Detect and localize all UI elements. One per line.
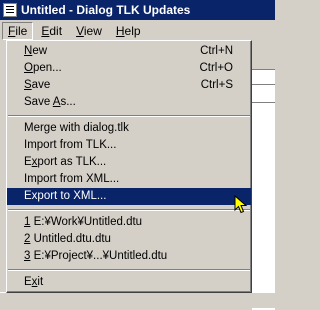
menu-bar: File Edit View Help: [0, 20, 275, 41]
list-divider: [252, 102, 275, 103]
menu-edit-label: dit: [49, 23, 63, 38]
menu-item-import-tlk[interactable]: Import from TLK...: [7, 137, 251, 154]
menu-file-label: ile: [15, 23, 28, 38]
menu-item-new[interactable]: New Ctrl+N: [7, 43, 251, 60]
shortcut-label: Ctrl+S: [200, 79, 233, 91]
menu-separator: [7, 265, 251, 274]
menu-item-text: pen...: [32, 62, 62, 74]
menu-item-text: Untitled.dtu.dtu: [30, 233, 111, 245]
menu-separator: [7, 111, 251, 120]
menu-item-exit[interactable]: Exit: [7, 274, 251, 291]
menu-help-label: elp: [124, 23, 141, 38]
window-title: Untitled - Dialog TLK Updates: [21, 3, 191, 17]
menu-item-text: ave: [31, 79, 51, 91]
menu-item-text: E:¥Work¥Untitled.dtu: [30, 216, 143, 228]
menu-separator: [7, 205, 251, 214]
menu-item-text: E: [24, 276, 32, 288]
menu-item-mnemonic: O: [24, 62, 33, 74]
title-bar[interactable]: Untitled - Dialog TLK Updates: [0, 0, 275, 20]
menu-view-label: iew: [83, 23, 102, 38]
shortcut-label: Ctrl+O: [199, 62, 233, 74]
menu-item-text: Import from XML...: [24, 173, 120, 185]
menu-item-text: ew: [32, 45, 48, 57]
content-panel: [252, 69, 275, 310]
menu-item-recent-1[interactable]: 1 E:¥Work¥Untitled.dtu: [7, 214, 251, 231]
menu-item-text: Merge with dialog.tlk: [24, 122, 129, 134]
menu-item-export-xml[interactable]: Export to XML...: [7, 188, 251, 205]
menu-help-mnemonic: H: [115, 23, 125, 38]
file-menu-dropdown: New Ctrl+N Open... Ctrl+O Save Ctrl+S Save …: [6, 40, 252, 293]
menu-item-text: Save: [24, 96, 53, 108]
menu-file[interactable]: File: [2, 21, 34, 40]
menu-item-import-xml[interactable]: Import from XML...: [7, 171, 251, 188]
menu-item-text: port as TLK...: [37, 156, 107, 168]
menu-item-open[interactable]: Open... Ctrl+O: [7, 60, 251, 77]
menu-item-save[interactable]: Save Ctrl+S: [7, 77, 251, 94]
menu-item-mnemonic: S: [24, 79, 32, 91]
menu-edit[interactable]: Edit: [35, 22, 68, 40]
menu-view[interactable]: View: [70, 22, 108, 40]
menu-item-export-tlk[interactable]: Export as TLK...: [7, 154, 251, 171]
menu-help[interactable]: Help: [110, 22, 147, 40]
menu-item-recent-2[interactable]: 2 Untitled.dtu.dtu: [7, 231, 251, 248]
menu-item-text: E: [24, 156, 32, 168]
list-divider: [252, 84, 275, 85]
menu-view-mnemonic: V: [76, 23, 84, 38]
mouse-pointer-icon: [234, 195, 248, 214]
shortcut-label: Ctrl+N: [200, 45, 233, 57]
menu-item-text: Import from TLK...: [24, 139, 117, 151]
menu-item-recent-3[interactable]: 3 E:¥Project¥...¥Untitled.dtu: [7, 248, 251, 265]
status-bar: [0, 292, 275, 308]
menu-item-text: Export to XML...: [24, 190, 107, 202]
menu-item-text: E:¥Project¥...¥Untitled.dtu: [30, 250, 168, 262]
menu-item-merge[interactable]: Merge with dialog.tlk: [7, 120, 251, 137]
document-icon: [3, 3, 17, 17]
menu-item-save-as[interactable]: Save As...: [7, 94, 251, 111]
menu-item-text: it: [37, 276, 44, 288]
menu-item-text: s...: [60, 96, 76, 108]
window-content: [252, 41, 275, 310]
